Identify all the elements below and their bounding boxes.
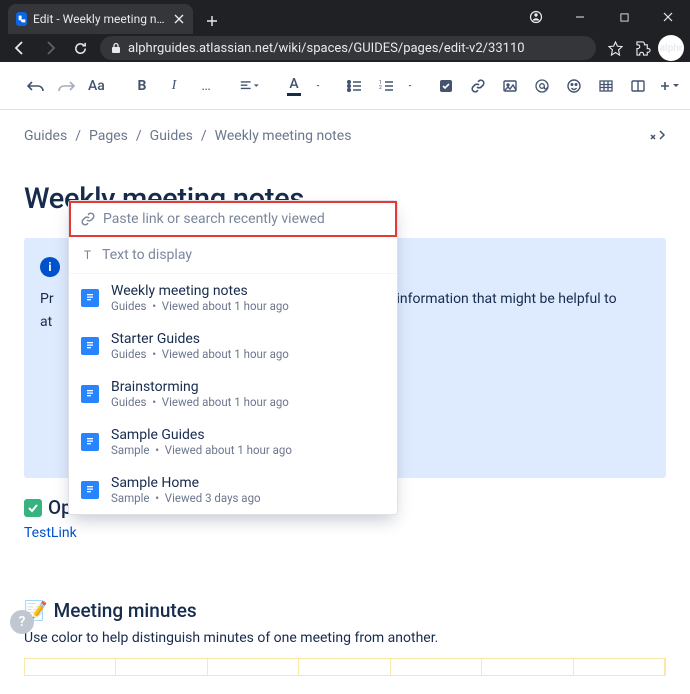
window-close-icon[interactable] — [646, 0, 690, 34]
tab-favicon — [16, 12, 27, 26]
breadcrumb: Guides / Pages / Guides / Weekly meeting… — [24, 128, 666, 144]
bullet-list-button[interactable] — [340, 71, 368, 101]
recent-item[interactable]: Brainstorming Guides • Viewed about 1 ho… — [69, 370, 397, 418]
text-style-dropdown[interactable]: Aa — [84, 71, 112, 101]
recent-item-title: Brainstorming — [111, 379, 289, 395]
recent-item-title: Weekly meeting notes — [111, 283, 289, 299]
check-emoji-icon — [24, 499, 42, 517]
link-search-input[interactable] — [103, 211, 385, 227]
mention-button[interactable] — [528, 71, 556, 101]
table-button[interactable] — [592, 71, 620, 101]
numbered-list-button[interactable]: 12 — [372, 71, 400, 101]
more-formatting-button[interactable]: … — [192, 71, 220, 101]
profile-avatar[interactable]: alphr — [658, 35, 684, 61]
image-button[interactable] — [496, 71, 524, 101]
breadcrumb-item[interactable]: Weekly meeting notes — [215, 128, 352, 144]
breadcrumb-item[interactable]: Pages — [89, 128, 128, 144]
recent-item-meta: Sample • Viewed about 1 hour ago — [111, 443, 292, 457]
link-icon — [81, 212, 95, 226]
nav-reload-icon[interactable] — [66, 34, 94, 62]
link-button[interactable] — [464, 71, 492, 101]
window-maximize-icon[interactable] — [602, 0, 646, 34]
account-indicator-icon[interactable] — [514, 0, 558, 34]
recent-item[interactable]: Weekly meeting notes Guides • Viewed abo… — [69, 274, 397, 322]
editor-toolbar: Aa B I … A 12 AGA Publish Close ••• — [0, 62, 690, 110]
page-icon — [81, 289, 99, 307]
insert-dropdown[interactable] — [656, 71, 684, 101]
url-text: alphrguides.atlassian.net/wiki/spaces/GU… — [128, 41, 525, 56]
undo-button[interactable] — [22, 71, 50, 101]
list-dropdown[interactable] — [404, 71, 416, 101]
recent-item-title: Sample Home — [111, 475, 261, 491]
lock-icon — [110, 42, 122, 54]
action-item-button[interactable] — [432, 71, 460, 101]
recent-item[interactable]: Sample Home Sample • Viewed 3 days ago — [69, 466, 397, 514]
breadcrumb-item[interactable]: Guides — [24, 128, 67, 144]
link-text-input[interactable] — [102, 247, 385, 263]
link-text-field[interactable]: T — [69, 237, 397, 273]
help-button[interactable]: ? — [10, 610, 34, 634]
minutes-table[interactable] — [24, 658, 666, 676]
layout-button[interactable] — [624, 71, 652, 101]
tab-title: Edit - Weekly meeting notes - Gu — [33, 12, 168, 26]
nav-back-icon[interactable] — [6, 34, 34, 62]
bold-button[interactable]: B — [128, 71, 156, 101]
browser-tab-active[interactable]: Edit - Weekly meeting notes - Gu — [8, 4, 193, 34]
text-icon: T — [81, 248, 94, 262]
svg-text:2: 2 — [379, 85, 382, 91]
recent-item[interactable]: Sample Guides Sample • Viewed about 1 ho… — [69, 418, 397, 466]
window-minimize-icon[interactable] — [558, 0, 602, 34]
recent-item-title: Starter Guides — [111, 331, 289, 347]
recent-item-title: Sample Guides — [111, 427, 292, 443]
italic-button[interactable]: I — [160, 71, 188, 101]
link-search-field[interactable] — [69, 201, 397, 237]
bookmark-star-icon[interactable] — [602, 35, 628, 61]
tab-close-icon[interactable] — [174, 12, 185, 26]
recent-item-meta: Guides • Viewed about 1 hour ago — [111, 395, 289, 409]
section-heading[interactable]: Meeting minutes — [54, 599, 197, 622]
address-bar[interactable]: alphrguides.atlassian.net/wiki/spaces/GU… — [100, 36, 596, 60]
link-popover: T Weekly meeting notes Guides • Viewed a… — [68, 200, 398, 515]
page-icon — [81, 433, 99, 451]
page-icon — [81, 385, 99, 403]
new-tab-button[interactable] — [199, 8, 225, 34]
text-color-button[interactable]: A — [280, 71, 308, 101]
info-icon: i — [40, 257, 60, 277]
extensions-icon[interactable] — [630, 35, 656, 61]
nav-forward-icon — [36, 34, 64, 62]
page-icon — [81, 481, 99, 499]
page-icon — [81, 337, 99, 355]
text-color-dropdown[interactable] — [312, 71, 324, 101]
recent-item-meta: Guides • Viewed about 1 hour ago — [111, 299, 289, 313]
recent-item[interactable]: Starter Guides Guides • Viewed about 1 h… — [69, 322, 397, 370]
restrictions-icon[interactable] — [648, 128, 666, 142]
emoji-button[interactable] — [560, 71, 588, 101]
redo-button[interactable] — [52, 71, 80, 101]
browser-chrome: Edit - Weekly meeting notes - Gu alphrgu… — [0, 0, 690, 62]
link-testlink[interactable]: TestLink — [24, 525, 666, 541]
recent-item-meta: Guides • Viewed about 1 hour ago — [111, 347, 289, 361]
recent-item-meta: Sample • Viewed 3 days ago — [111, 491, 261, 505]
breadcrumb-item[interactable]: Guides — [150, 128, 193, 144]
alignment-dropdown[interactable] — [236, 71, 264, 101]
